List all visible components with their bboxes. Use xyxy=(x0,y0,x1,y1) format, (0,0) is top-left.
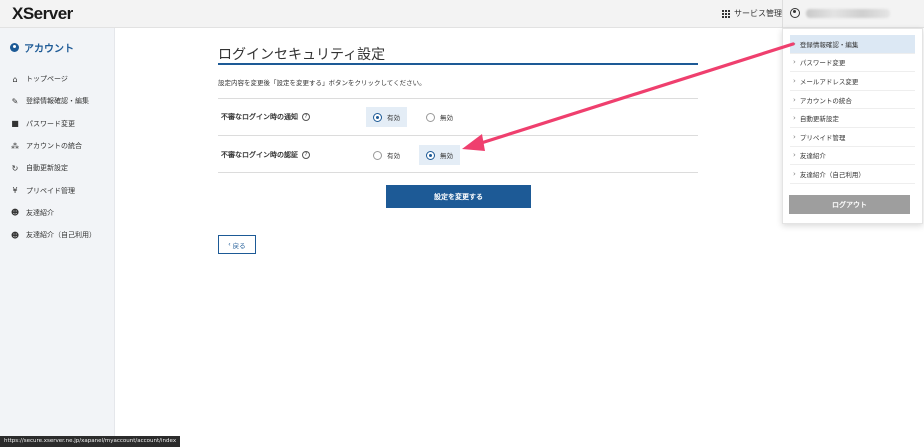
sidebar-item-label: 友達紹介 xyxy=(26,208,54,217)
page: XServer サービス管理 アカウント ⌂ トップページ ✎ 登録情報確認・編… xyxy=(0,0,924,447)
sidebar-item-friend-self[interactable]: ☻ 友達紹介（自己利用） xyxy=(10,224,96,246)
dropdown-item-email[interactable]: › メールアドレス変更 xyxy=(790,72,915,91)
radio-checked-icon xyxy=(426,150,435,160)
change-settings-button[interactable]: 設定を変更する xyxy=(386,185,531,208)
sidebar-item-label: アカウントの統合 xyxy=(26,142,82,151)
radio-unchecked-icon xyxy=(426,112,435,122)
sidebar-item-label: 友達紹介（自己利用） xyxy=(26,231,96,240)
friend-icon: ☻ xyxy=(10,208,20,218)
grid-icon xyxy=(722,9,730,18)
setting-label-authentication: 不審なログイン時の認証 ? xyxy=(221,150,310,160)
sidebar-item-profile[interactable]: ✎ 登録情報確認・編集 xyxy=(10,90,96,112)
page-description: 設定内容を変更後「設定を変更する」ボタンをクリックしてください。 xyxy=(218,79,426,87)
yen-icon: ¥ xyxy=(12,186,18,196)
lock-icon: ■ xyxy=(11,119,19,129)
notification-disabled-radio[interactable]: 無効 xyxy=(419,107,460,127)
dropdown-item-label: 友達紹介 xyxy=(799,152,826,161)
browser-status-url: https://secure.xserver.ne.jp/xapanel/mya… xyxy=(0,436,181,447)
dropdown-item-prepaid[interactable]: › プリペイド管理 xyxy=(790,128,915,147)
dropdown-item-profile[interactable]: › 登録情報確認・編集 xyxy=(790,35,915,54)
sidebar-item-auto-renew[interactable]: ↻ 自動更新設定 xyxy=(10,157,96,179)
sidebar: アカウント ⌂ トップページ ✎ 登録情報確認・編集 ■ パスワード変更 ⁂ ア… xyxy=(0,28,115,447)
sidebar-item-label: パスワード変更 xyxy=(26,119,75,128)
radio-label: 無効 xyxy=(440,152,453,160)
radio-label: 無効 xyxy=(440,114,453,122)
chevron-left-icon: ‹ xyxy=(228,241,231,248)
sidebar-item-prepaid[interactable]: ¥ プリペイド管理 xyxy=(10,179,96,201)
sidebar-title-label: アカウント xyxy=(24,44,74,55)
chevron-right-icon: › xyxy=(793,95,796,104)
dropdown-item-label: パスワード変更 xyxy=(799,59,846,68)
dropdown-item-label: 登録情報確認・編集 xyxy=(799,40,859,49)
chevron-right-icon: › xyxy=(793,76,796,85)
dropdown-item-auto-renew[interactable]: › 自動更新設定 xyxy=(790,109,915,128)
back-button[interactable]: ‹ 戻る xyxy=(218,235,256,254)
sidebar-nav: ⌂ トップページ ✎ 登録情報確認・編集 ■ パスワード変更 ⁂ アカウントの統… xyxy=(10,68,96,246)
xserver-logo[interactable]: XServer xyxy=(12,4,73,24)
help-icon[interactable]: ? xyxy=(302,151,310,159)
dropdown-item-merge[interactable]: › アカウントの統合 xyxy=(790,91,915,110)
sidebar-title: アカウント xyxy=(10,40,74,55)
refresh-icon: ↻ xyxy=(11,163,19,173)
chevron-right-icon: › xyxy=(793,169,796,178)
user-icon xyxy=(790,8,800,18)
chevron-right-icon: › xyxy=(793,58,796,67)
dropdown-item-label: メールアドレス変更 xyxy=(799,77,859,86)
sidebar-item-label: 自動更新設定 xyxy=(26,164,68,173)
dropdown-item-label: アカウントの統合 xyxy=(799,96,852,105)
account-icon xyxy=(10,43,19,52)
sidebar-item-password[interactable]: ■ パスワード変更 xyxy=(10,113,96,135)
service-management-menu[interactable]: サービス管理 xyxy=(722,8,782,19)
blurred-user-name xyxy=(806,8,890,18)
user-menu[interactable] xyxy=(790,8,890,18)
title-underline xyxy=(218,63,698,65)
sidebar-item-friend[interactable]: ☻ 友達紹介 xyxy=(10,202,96,224)
dropdown-item-password[interactable]: › パスワード変更 xyxy=(790,54,915,73)
radio-unchecked-icon xyxy=(373,150,382,160)
service-management-label: サービス管理 xyxy=(734,9,782,18)
chevron-right-icon: › xyxy=(793,132,796,141)
edit-icon: ✎ xyxy=(11,96,19,106)
setting-label-text: 不審なログイン時の通知 xyxy=(221,113,298,121)
logout-button[interactable]: ログアウト xyxy=(789,195,910,214)
chevron-right-icon: › xyxy=(793,39,796,48)
dropdown-item-friend[interactable]: › 友達紹介 xyxy=(790,147,915,166)
home-icon: ⌂ xyxy=(12,74,18,84)
annotation-arrow-head xyxy=(462,134,485,151)
page-title: ログインセキュリティ設定 xyxy=(218,47,386,63)
back-label: 戻る xyxy=(232,242,246,250)
dropdown-item-label: 自動更新設定 xyxy=(799,115,839,124)
authentication-enabled-radio[interactable]: 有効 xyxy=(366,145,407,165)
row-divider xyxy=(218,135,698,136)
help-icon[interactable]: ? xyxy=(302,113,310,121)
dropdown-item-label: プリペイド管理 xyxy=(799,133,846,142)
merge-icon: ⁂ xyxy=(11,141,19,151)
radio-label: 有効 xyxy=(387,114,400,122)
row-divider xyxy=(218,172,698,173)
sidebar-item-merge[interactable]: ⁂ アカウントの統合 xyxy=(10,135,96,157)
sidebar-item-label: 登録情報確認・編集 xyxy=(26,97,89,106)
sidebar-item-label: トップページ xyxy=(26,75,68,84)
radio-label: 有効 xyxy=(387,152,400,160)
top-header: XServer サービス管理 xyxy=(0,0,924,28)
header-divider xyxy=(782,0,783,28)
chevron-right-icon: › xyxy=(793,151,796,160)
chevron-right-icon: › xyxy=(793,114,796,123)
sidebar-item-label: プリペイド管理 xyxy=(26,186,75,195)
setting-label-notification: 不審なログイン時の通知 ? xyxy=(221,112,310,122)
radio-checked-icon xyxy=(373,112,382,122)
annotation-arrow-line xyxy=(476,42,795,146)
notification-enabled-radio[interactable]: 有効 xyxy=(366,107,407,127)
dropdown-list: › 登録情報確認・編集 › パスワード変更 › メールアドレス変更 › アカウン… xyxy=(783,29,922,184)
setting-label-text: 不審なログイン時の認証 xyxy=(221,151,298,159)
friend-self-icon: ☻ xyxy=(10,230,20,240)
sidebar-item-top[interactable]: ⌂ トップページ xyxy=(10,68,96,90)
dropdown-item-label: 友達紹介（自己利用） xyxy=(799,170,865,179)
dropdown-item-friend-self[interactable]: › 友達紹介（自己利用） xyxy=(790,165,915,184)
authentication-disabled-radio[interactable]: 無効 xyxy=(419,145,460,165)
row-divider xyxy=(218,98,698,99)
